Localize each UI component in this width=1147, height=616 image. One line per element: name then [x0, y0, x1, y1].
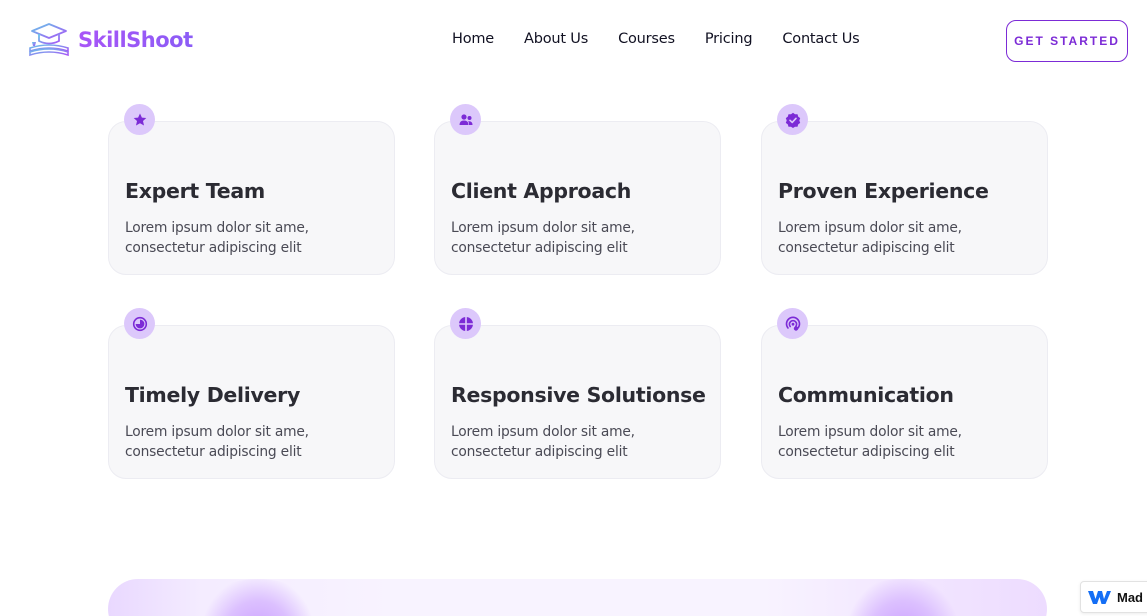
- feature-card-expert-team: Expert Team Lorem ipsum dolor sit ame, c…: [108, 104, 395, 275]
- feature-description: Lorem ipsum dolor sit ame, consectetur a…: [451, 220, 635, 256]
- clock-icon: [132, 316, 147, 331]
- brand-logo[interactable]: SkillShoot: [28, 22, 193, 58]
- feature-icon-badge: [450, 308, 481, 339]
- feature-icon-badge: [124, 104, 155, 135]
- feature-description: Lorem ipsum dolor sit ame, consectetur a…: [125, 424, 309, 460]
- get-started-button[interactable]: GET STARTED: [1006, 20, 1128, 62]
- feature-title: Expert Team: [125, 179, 265, 203]
- feature-title: Proven Experience: [778, 179, 989, 203]
- star-icon: [133, 113, 146, 125]
- feature-icon-badge: [124, 308, 155, 339]
- cta-banner: [108, 579, 1047, 616]
- feature-card-communication: Communication Lorem ipsum dolor sit ame,…: [761, 308, 1048, 479]
- main-nav: Home About Us Courses Pricing Contact Us: [452, 31, 860, 47]
- feature-card-client-approach: Client Approach Lorem ipsum dolor sit am…: [434, 104, 721, 275]
- feature-description: Lorem ipsum dolor sit ame, consectetur a…: [778, 424, 962, 460]
- verified-badge-icon: [785, 112, 800, 128]
- feature-description: Lorem ipsum dolor sit ame, consectetur a…: [125, 220, 309, 256]
- nav-contact-us[interactable]: Contact Us: [782, 31, 859, 47]
- made-in-webflow-badge[interactable]: Mad: [1080, 581, 1147, 613]
- nav-pricing[interactable]: Pricing: [705, 31, 753, 47]
- nav-home[interactable]: Home: [452, 31, 494, 47]
- nav-courses[interactable]: Courses: [618, 31, 675, 47]
- feature-card-proven-experience: Proven Experience Lorem ipsum dolor sit …: [761, 104, 1048, 275]
- feature-card-responsive-solutions: Responsive Solutionse Lorem ipsum dolor …: [434, 308, 721, 479]
- site-header: SkillShoot Home About Us Courses Pricing…: [0, 0, 1147, 82]
- webflow-icon: [1088, 591, 1111, 604]
- feature-title: Communication: [778, 383, 954, 407]
- feature-icon-badge: [777, 308, 808, 339]
- banner-glow: [848, 579, 958, 616]
- feature-title: Timely Delivery: [125, 383, 301, 407]
- feature-description: Lorem ipsum dolor sit ame, consectetur a…: [451, 424, 635, 460]
- users-icon: [459, 113, 472, 125]
- broadcast-icon: [785, 316, 800, 331]
- brand-name: SkillShoot: [78, 28, 193, 52]
- feature-icon-badge: [777, 104, 808, 135]
- feature-icon-badge: [450, 104, 481, 135]
- feature-description: Lorem ipsum dolor sit ame, consectetur a…: [778, 220, 962, 256]
- banner-glow: [203, 579, 313, 616]
- feature-title: Client Approach: [451, 179, 632, 203]
- pie-chart-icon: [458, 316, 473, 331]
- made-in-label: Mad: [1117, 589, 1143, 605]
- graduation-cap-books-icon: [29, 23, 69, 57]
- feature-title: Responsive Solutionse: [451, 383, 706, 407]
- feature-card-timely-delivery: Timely Delivery Lorem ipsum dolor sit am…: [108, 308, 395, 479]
- nav-about-us[interactable]: About Us: [524, 31, 588, 47]
